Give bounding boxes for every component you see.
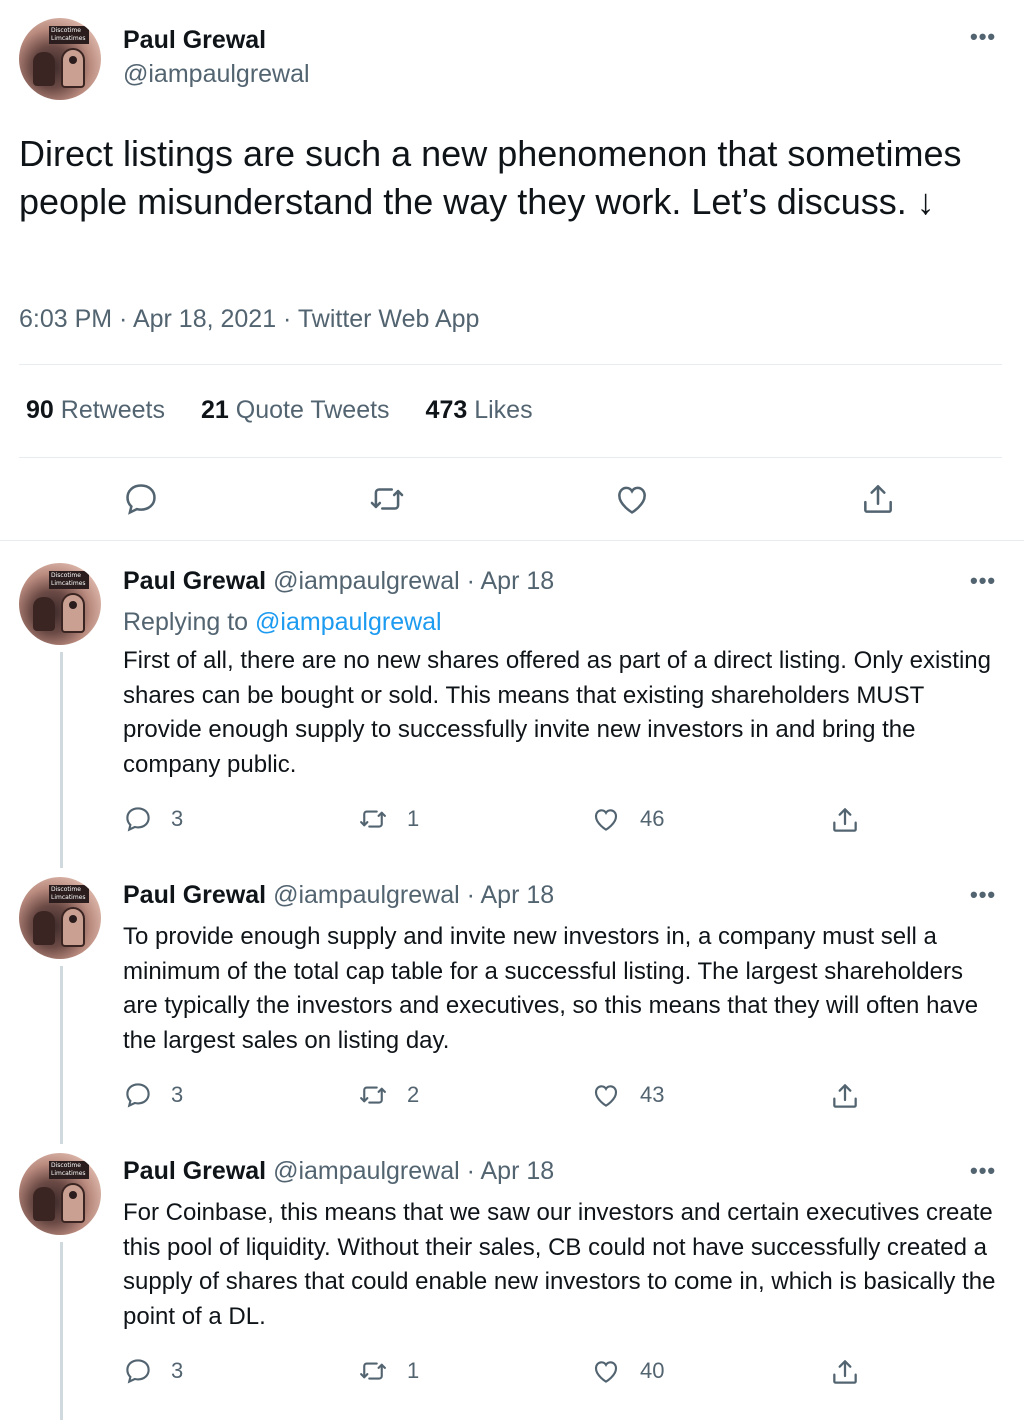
retweet-action[interactable]: 1	[357, 1356, 419, 1386]
retweet-icon	[360, 810, 386, 828]
author-handle-date[interactable]: @iampaulgrewal · Apr 18	[273, 1157, 554, 1185]
tweet-meta: 6:03 PM · Apr 18, 2021 · Twitter Web App	[19, 305, 480, 333]
quote-tweets-stat[interactable]: 21 Quote Tweets	[201, 396, 390, 425]
avatar-label: Discotime Limcatimes	[49, 26, 89, 44]
share-icon[interactable]	[829, 804, 861, 836]
tweet-stats: 90 Retweets 21 Quote Tweets 473 Likes	[26, 396, 533, 425]
retweet-action[interactable]: 1	[357, 804, 419, 834]
author-name[interactable]: Paul Grewal	[123, 26, 266, 55]
retweet-icon[interactable]	[368, 480, 406, 518]
retweets-stat[interactable]: 90 Retweets	[26, 396, 165, 425]
avatar[interactable]: Discotime Limcatimes	[19, 877, 101, 959]
like-icon	[594, 1085, 618, 1107]
reply-header: Paul Grewal @iampaulgrewal · Apr 18	[123, 881, 554, 910]
like-action[interactable]: 40	[590, 1356, 664, 1386]
thread-line	[60, 1242, 63, 1420]
author-name[interactable]: Paul Grewal	[123, 1157, 266, 1185]
reply-icon	[126, 807, 150, 832]
reply-header: Paul Grewal @iampaulgrewal · Apr 18	[123, 567, 554, 596]
reply-count: 3	[171, 1082, 184, 1107]
like-count: 43	[640, 1082, 665, 1107]
reply-header: Paul Grewal @iampaulgrewal · Apr 18	[123, 1157, 554, 1186]
avatar[interactable]: Discotime Limcatimes	[19, 563, 101, 645]
reply-count: 3	[171, 806, 184, 831]
reply-text: First of all, there are no new shares of…	[123, 647, 991, 779]
more-options-icon[interactable]: •••	[970, 882, 996, 908]
retweet-icon	[360, 1362, 386, 1380]
avatar[interactable]: Discotime Limcatimes	[19, 1153, 101, 1235]
share-icon[interactable]	[859, 480, 897, 518]
retweet-action[interactable]: 2	[357, 1080, 419, 1110]
reply-count: 3	[171, 1358, 184, 1383]
avatar[interactable]: Discotime Limcatimes	[19, 18, 101, 100]
divider	[19, 364, 1002, 365]
thread-line	[60, 966, 63, 1144]
like-icon	[594, 1361, 618, 1383]
retweet-icon	[360, 1086, 386, 1104]
author-name[interactable]: Paul Grewal	[123, 567, 266, 595]
reply-action[interactable]: 3	[123, 1080, 183, 1110]
reply-icon	[126, 1083, 150, 1108]
reply-icon	[126, 1359, 150, 1384]
retweet-count: 1	[407, 1358, 420, 1383]
reply-text: For Coinbase, this means that we saw our…	[123, 1199, 996, 1331]
author-handle[interactable]: @iampaulgrewal	[123, 60, 310, 89]
more-options-icon[interactable]: •••	[970, 568, 996, 594]
replying-to: Replying to @iampaulgrewal	[123, 608, 442, 636]
thread-line	[60, 652, 63, 868]
divider	[0, 540, 1024, 541]
like-action[interactable]: 43	[590, 1080, 664, 1110]
like-count: 46	[640, 806, 665, 831]
reply-text: To provide enough supply and invite new …	[123, 923, 979, 1055]
share-icon[interactable]	[829, 1356, 861, 1388]
reply-action[interactable]: 3	[123, 1356, 183, 1386]
author-name[interactable]: Paul Grewal	[123, 881, 266, 909]
more-options-icon[interactable]: •••	[970, 24, 996, 50]
reply-action[interactable]: 3	[123, 804, 183, 834]
more-options-icon[interactable]: •••	[970, 1158, 996, 1184]
author-handle-date[interactable]: @iampaulgrewal · Apr 18	[273, 881, 554, 909]
tweet-text: Direct listings are such a new phenomeno…	[19, 133, 962, 222]
like-icon	[594, 809, 618, 831]
replying-to-link[interactable]: @iampaulgrewal	[255, 608, 442, 636]
divider	[19, 457, 1002, 458]
retweet-count: 2	[407, 1082, 420, 1107]
author-handle-date[interactable]: @iampaulgrewal · Apr 18	[273, 567, 554, 595]
share-icon[interactable]	[829, 1080, 861, 1112]
reply-icon[interactable]	[122, 480, 160, 518]
like-icon[interactable]	[613, 480, 651, 518]
likes-stat[interactable]: 473 Likes	[426, 396, 533, 425]
like-count: 40	[640, 1358, 665, 1383]
retweet-count: 1	[407, 806, 420, 831]
like-action[interactable]: 46	[590, 804, 664, 834]
